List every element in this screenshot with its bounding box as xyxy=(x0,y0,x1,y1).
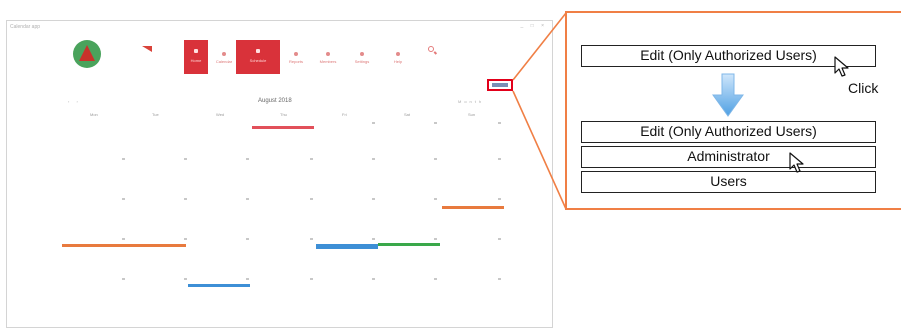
calendar-day-cell[interactable] xyxy=(246,158,249,160)
mouse-pointer-icon xyxy=(834,56,849,77)
calendar-day-cell[interactable] xyxy=(372,238,375,240)
calendar-day-cell[interactable] xyxy=(310,278,313,280)
weekday-header: Sun xyxy=(468,112,476,117)
calendar-day-cell[interactable] xyxy=(184,238,187,240)
calendar-event[interactable] xyxy=(316,244,378,249)
calendar-view-switch[interactable]: Month xyxy=(458,99,484,104)
calendar-day-cell[interactable] xyxy=(122,278,125,280)
calendar-day-cell[interactable] xyxy=(434,198,437,200)
down-arrow-icon xyxy=(712,73,744,117)
nav-item-schedule[interactable]: Schedule xyxy=(236,40,280,74)
weekday-header: Wed xyxy=(216,112,225,117)
reports-icon xyxy=(294,52,298,56)
nav-item-help[interactable]: Help xyxy=(386,52,410,64)
calendar-icon xyxy=(222,52,226,56)
nav-item-calendar[interactable]: Calendar xyxy=(212,52,236,64)
calendar-day-cell[interactable] xyxy=(498,238,501,240)
calendar-day-cell[interactable] xyxy=(498,278,501,280)
calendar-day-cell[interactable] xyxy=(434,122,437,124)
calendar-day-cell[interactable] xyxy=(434,238,437,240)
search-icon[interactable] xyxy=(428,46,434,52)
click-label: Click xyxy=(848,80,879,96)
nav-item-home[interactable]: Home xyxy=(184,40,208,74)
help-icon xyxy=(396,52,400,56)
weekday-header: Sat xyxy=(404,112,411,117)
permission-select-value: Edit (Only Authorized Users) xyxy=(640,47,817,63)
permission-select-collapsed[interactable]: Edit (Only Authorized Users) xyxy=(581,45,876,67)
calendar-day-cell[interactable] xyxy=(310,238,313,240)
weekday-header: Mon xyxy=(90,112,98,117)
app-logo xyxy=(73,40,101,68)
calendar-event[interactable] xyxy=(62,244,186,247)
calendar-day-cell[interactable] xyxy=(434,278,437,280)
calendar-month-title: August 2018 xyxy=(258,98,292,104)
calendar-event[interactable] xyxy=(442,206,504,209)
menu-option-administrator[interactable]: Administrator xyxy=(581,146,876,168)
calendar-day-cell[interactable] xyxy=(372,198,375,200)
members-icon xyxy=(326,52,330,56)
calendar-day-cell[interactable] xyxy=(184,198,187,200)
calendar-event[interactable] xyxy=(378,243,440,246)
weekday-header: Tue xyxy=(152,112,159,117)
nav-item-members[interactable]: Members xyxy=(316,52,340,64)
menu-option-edit[interactable]: Edit (Only Authorized Users) xyxy=(581,121,876,143)
weekday-header: Fri xyxy=(342,112,347,117)
calendar-day-cell[interactable] xyxy=(246,198,249,200)
calendar-day-cell[interactable] xyxy=(498,198,501,200)
nav-item-reports[interactable]: Reports xyxy=(284,52,308,64)
menu-option-users[interactable]: Users xyxy=(581,171,876,193)
calendar-day-cell[interactable] xyxy=(246,238,249,240)
brand-logo xyxy=(114,46,152,56)
calendar-day-cell[interactable] xyxy=(184,278,187,280)
window-titlebar: Calendar app _ □ × xyxy=(6,21,553,35)
mouse-pointer-icon xyxy=(789,152,804,173)
calendar-day-cell[interactable] xyxy=(498,158,501,160)
edit-permission-button[interactable] xyxy=(487,79,513,91)
calendar-day-cell[interactable] xyxy=(372,158,375,160)
calendar-day-cell[interactable] xyxy=(310,198,313,200)
calendar-day-cell[interactable] xyxy=(498,122,501,124)
calendar-day-cell[interactable] xyxy=(246,278,249,280)
window-controls[interactable]: _ □ × xyxy=(521,23,548,29)
calendar-day-cell[interactable] xyxy=(310,158,313,160)
calendar-day-cell[interactable] xyxy=(372,122,375,124)
nav-item-settings[interactable]: Settings xyxy=(350,52,374,64)
calendar-event[interactable] xyxy=(188,284,250,287)
calendar-day-cell[interactable] xyxy=(122,198,125,200)
calendar-event[interactable] xyxy=(252,126,314,129)
window-title: Calendar app xyxy=(10,24,41,30)
calendar-prev-next[interactable]: ‹ › xyxy=(68,99,81,104)
calendar-day-cell[interactable] xyxy=(122,158,125,160)
calendar-day-cell[interactable] xyxy=(122,238,125,240)
gear-icon xyxy=(360,52,364,56)
calendar-day-cell[interactable] xyxy=(184,158,187,160)
weekday-header: Thu xyxy=(280,112,287,117)
calendar-day-cell[interactable] xyxy=(434,158,437,160)
calendar-day-cell[interactable] xyxy=(372,278,375,280)
